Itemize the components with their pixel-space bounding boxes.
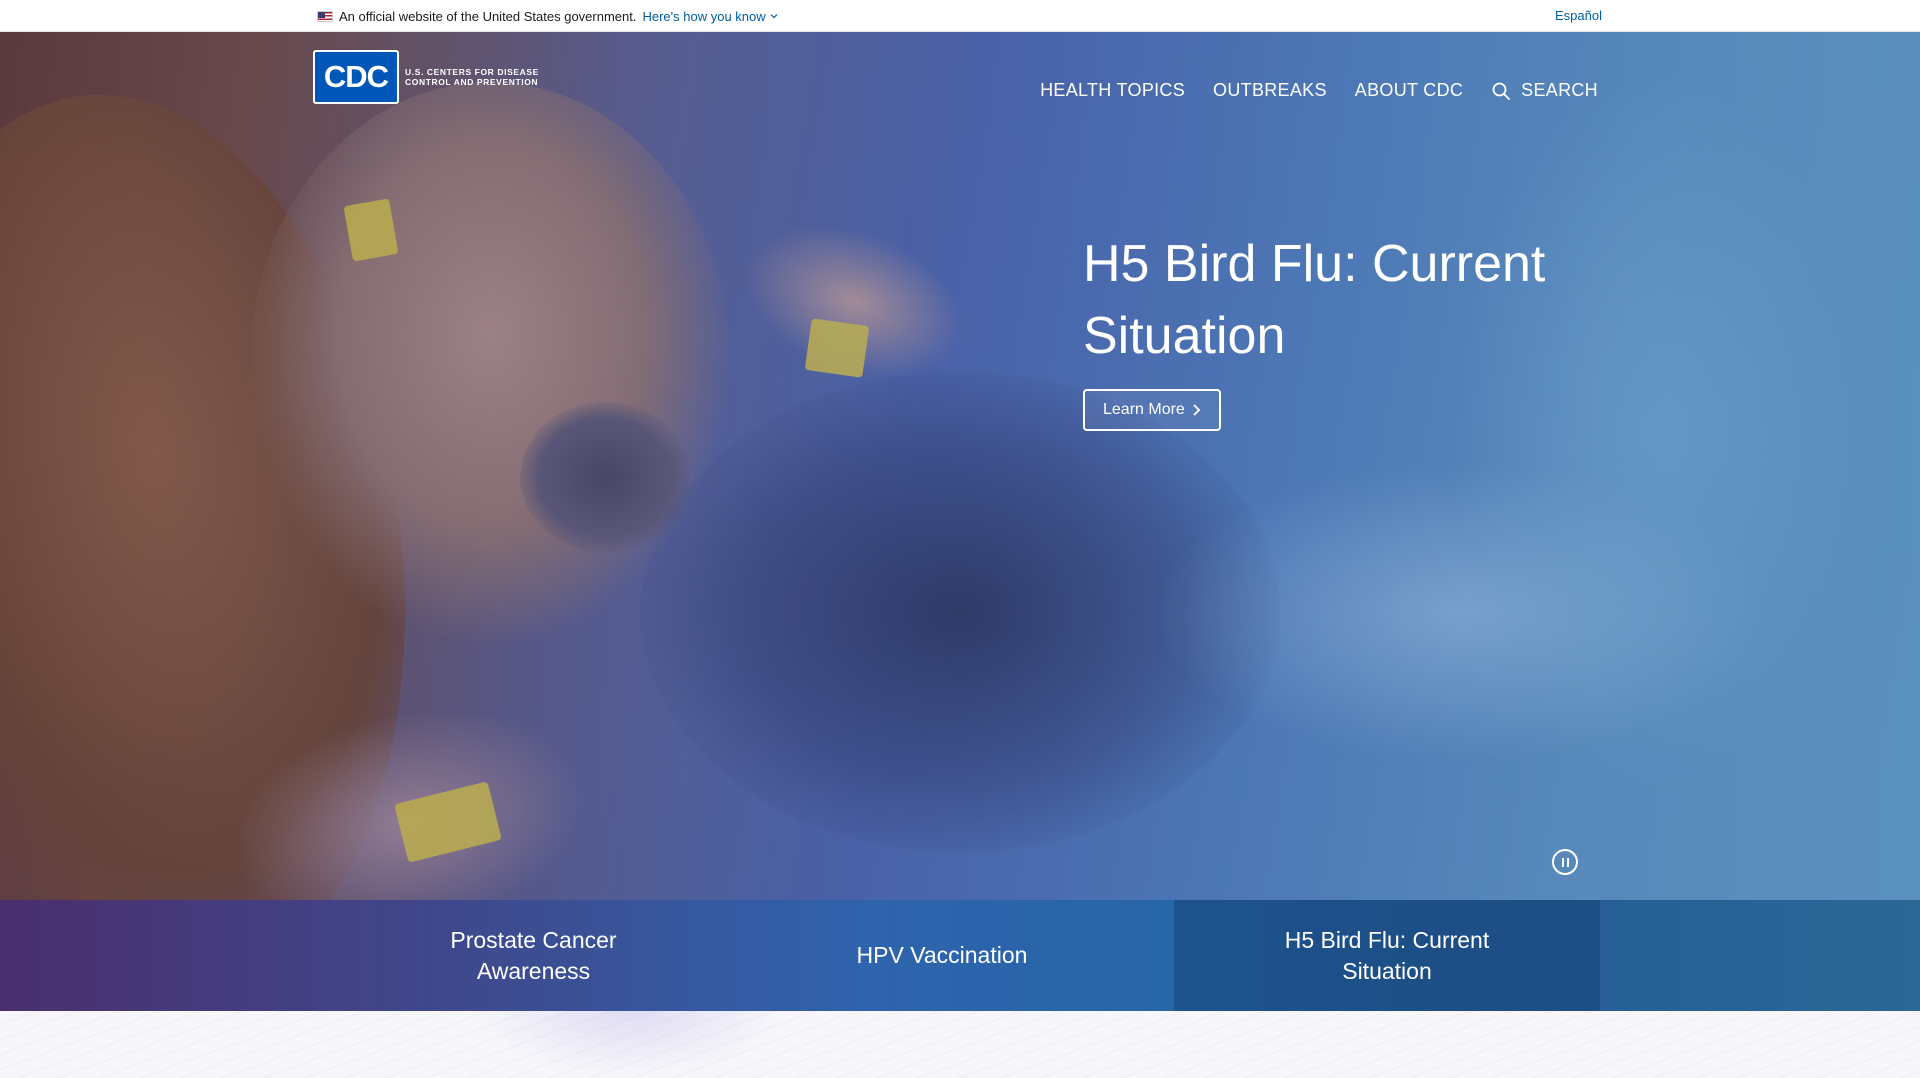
- cdc-logo: CDC: [313, 50, 399, 104]
- gov-banner-text: An official website of the United States…: [339, 8, 637, 24]
- learn-more-label: Learn More: [1103, 401, 1185, 418]
- carousel-tabs: Prostate Cancer Awareness HPV Vaccinatio…: [0, 900, 1920, 1011]
- nav-health-topics[interactable]: HEALTH TOPICS: [1040, 80, 1185, 101]
- pause-icon-bar: [1566, 857, 1569, 867]
- tab-hpv-vaccination[interactable]: HPV Vaccination: [710, 900, 1174, 1011]
- content-section-background: [0, 1011, 1920, 1078]
- heres-how-you-know-label: Here's how you know: [642, 8, 766, 24]
- carousel-pause-button[interactable]: [1552, 849, 1578, 875]
- logo-line-2: CONTROL AND PREVENTION: [405, 77, 539, 87]
- nav-outbreaks[interactable]: OUTBREAKS: [1213, 80, 1327, 101]
- pause-icon: [1561, 857, 1564, 867]
- us-flag-icon: [317, 10, 333, 22]
- logo-line-1: U.S. CENTERS FOR DISEASE: [405, 67, 539, 77]
- tab-prostate-cancer-awareness[interactable]: Prostate Cancer Awareness: [357, 900, 710, 1011]
- hero-banner: [0, 32, 1920, 900]
- chevron-right-icon: [1193, 404, 1201, 416]
- decorative-swirl: [470, 1011, 790, 1078]
- tab-spacer: [0, 900, 357, 1011]
- heres-how-you-know-link[interactable]: Here's how you know: [642, 9, 778, 24]
- search-icon: [1492, 82, 1511, 100]
- hero-tint-overlay: [0, 32, 1920, 900]
- hero-title-line-1: H5 Bird Flu: Current: [1083, 235, 1546, 293]
- cdc-logo-link[interactable]: CDC U.S. CENTERS FOR DISEASE CONTROL AND…: [313, 50, 545, 104]
- espanol-link[interactable]: Español: [1555, 0, 1602, 32]
- main-nav: HEALTH TOPICS OUTBREAKS ABOUT CDC SEARCH: [1040, 80, 1598, 101]
- hero-title-line-2: Situation: [1083, 307, 1286, 365]
- nav-search-button[interactable]: SEARCH: [1491, 80, 1598, 101]
- nav-search-label: SEARCH: [1521, 80, 1598, 100]
- cdc-logo-text: U.S. CENTERS FOR DISEASE CONTROL AND PRE…: [405, 67, 545, 87]
- tab-label: H5 Bird Flu: Current Situation: [1284, 926, 1490, 984]
- gov-banner-content: An official website of the United States…: [317, 0, 779, 32]
- tab-label: Prostate Cancer Awareness: [450, 926, 617, 984]
- learn-more-button[interactable]: Learn More: [1083, 389, 1221, 431]
- tab-h5-bird-flu[interactable]: H5 Bird Flu: Current Situation: [1174, 900, 1600, 1011]
- nav-about-cdc[interactable]: ABOUT CDC: [1355, 80, 1463, 101]
- chevron-down-icon: [770, 14, 778, 19]
- hero-title: H5 Bird Flu: Current Situation: [1083, 228, 1603, 372]
- tab-label: HPV Vaccination: [856, 942, 1028, 968]
- gov-banner: An official website of the United States…: [0, 0, 1920, 32]
